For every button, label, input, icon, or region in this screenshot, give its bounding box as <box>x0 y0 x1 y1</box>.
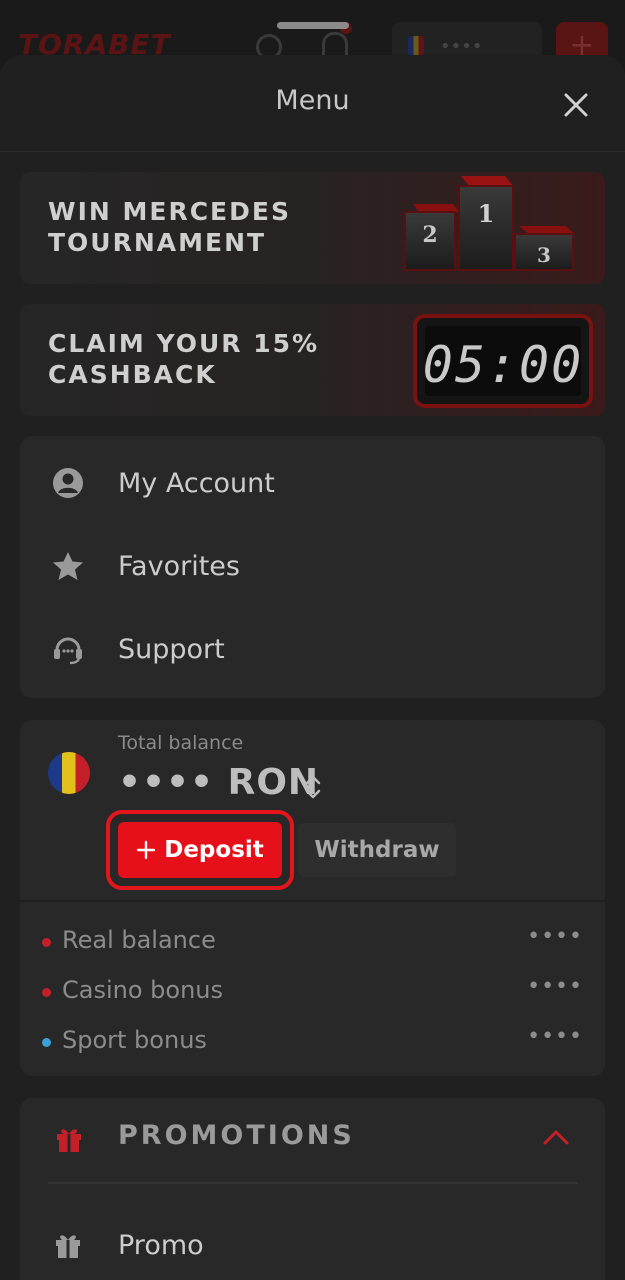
banner-title-line2: TOURNAMENT <box>48 228 267 257</box>
svg-text:05:00: 05:00 <box>423 336 584 394</box>
timer-image: 05:00 <box>413 314 593 408</box>
menu-item-label: Favorites <box>118 550 240 582</box>
total-balance-value: •••• RON <box>118 762 319 803</box>
sheet-drag-handle[interactable] <box>277 22 349 29</box>
deposit-label: Deposit <box>164 837 264 863</box>
promotions-divider <box>48 1182 578 1184</box>
headset-icon <box>50 631 86 667</box>
balance-card: Total balance •••• RON Deposit Withdraw … <box>20 720 605 1076</box>
menu-item-favorites[interactable]: Favorites <box>20 531 605 601</box>
sub-balance-label: Casino bonus <box>62 976 224 1004</box>
plus-icon <box>137 840 156 860</box>
sub-balance-label: Real balance <box>62 926 216 954</box>
banner-title-line1: WIN MERCEDES <box>48 197 291 226</box>
banner-mercedes-tournament[interactable]: WIN MERCEDES TOURNAMENT 2 1 3 <box>20 172 605 284</box>
page: TORABET •••• + Menu WIN MERCEDES TOURNAM… <box>0 0 625 1280</box>
balance-masked: •••• <box>118 762 215 803</box>
withdraw-label: Withdraw <box>314 837 440 863</box>
user-circle-icon <box>50 465 86 501</box>
svg-text:2: 2 <box>422 222 437 248</box>
close-icon <box>564 93 588 117</box>
deposit-button[interactable]: Deposit <box>118 822 282 878</box>
sub-balance-sport: Sport bonus •••• <box>20 1018 605 1066</box>
gift-icon <box>50 1227 86 1263</box>
romania-flag-icon <box>48 752 90 794</box>
chevron-up-icon <box>542 1128 570 1150</box>
status-dot <box>42 938 51 947</box>
header-flag-icon <box>408 36 424 56</box>
promotions-section-toggle[interactable]: PROMOTIONS <box>20 1098 605 1180</box>
header-balance-value: •••• <box>440 36 483 57</box>
menu-title: Menu <box>275 85 350 116</box>
sub-balance-casino: Casino bonus •••• <box>20 968 605 1016</box>
banner-title: CLAIM YOUR 15% CASHBACK <box>48 328 319 390</box>
sub-balance-label: Sport bonus <box>62 1026 207 1054</box>
account-menu-card: My Account Favorites Support <box>20 436 605 698</box>
menu-item-support[interactable]: Support <box>20 614 605 684</box>
currency-switch-icon[interactable] <box>302 772 324 802</box>
sub-balance-real: Real balance •••• <box>20 918 605 966</box>
balance-divider <box>20 900 605 902</box>
svg-text:3: 3 <box>537 243 551 267</box>
status-dot <box>42 988 51 997</box>
banner-title-line1: CLAIM YOUR 15% <box>48 329 320 358</box>
sub-balance-value: •••• <box>527 1024 583 1049</box>
banner-cashback[interactable]: CLAIM YOUR 15% CASHBACK 05:00 <box>20 304 605 416</box>
menu-item-promo[interactable]: Promo <box>20 1210 605 1280</box>
banner-title: WIN MERCEDES TOURNAMENT <box>48 196 291 258</box>
menu-item-label: Promo <box>118 1229 204 1261</box>
menu-item-label: My Account <box>118 467 275 499</box>
menu-item-my-account[interactable]: My Account <box>20 448 605 518</box>
podium-image: 2 1 3 <box>404 176 575 271</box>
promotions-title: PROMOTIONS <box>118 1120 355 1151</box>
promotions-card: PROMOTIONS Promo <box>20 1098 605 1280</box>
gift-icon <box>54 1124 84 1158</box>
star-icon <box>50 548 86 584</box>
sub-balance-value: •••• <box>527 974 583 999</box>
status-dot <box>42 1038 51 1047</box>
withdraw-button[interactable]: Withdraw <box>298 823 456 877</box>
menu-item-label: Support <box>118 633 225 665</box>
banner-title-line2: CASHBACK <box>48 360 217 389</box>
svg-text:1: 1 <box>478 199 495 228</box>
close-button[interactable] <box>554 85 598 125</box>
header-divider <box>0 151 625 152</box>
sub-balance-value: •••• <box>527 924 583 949</box>
total-balance-label: Total balance <box>118 732 244 754</box>
